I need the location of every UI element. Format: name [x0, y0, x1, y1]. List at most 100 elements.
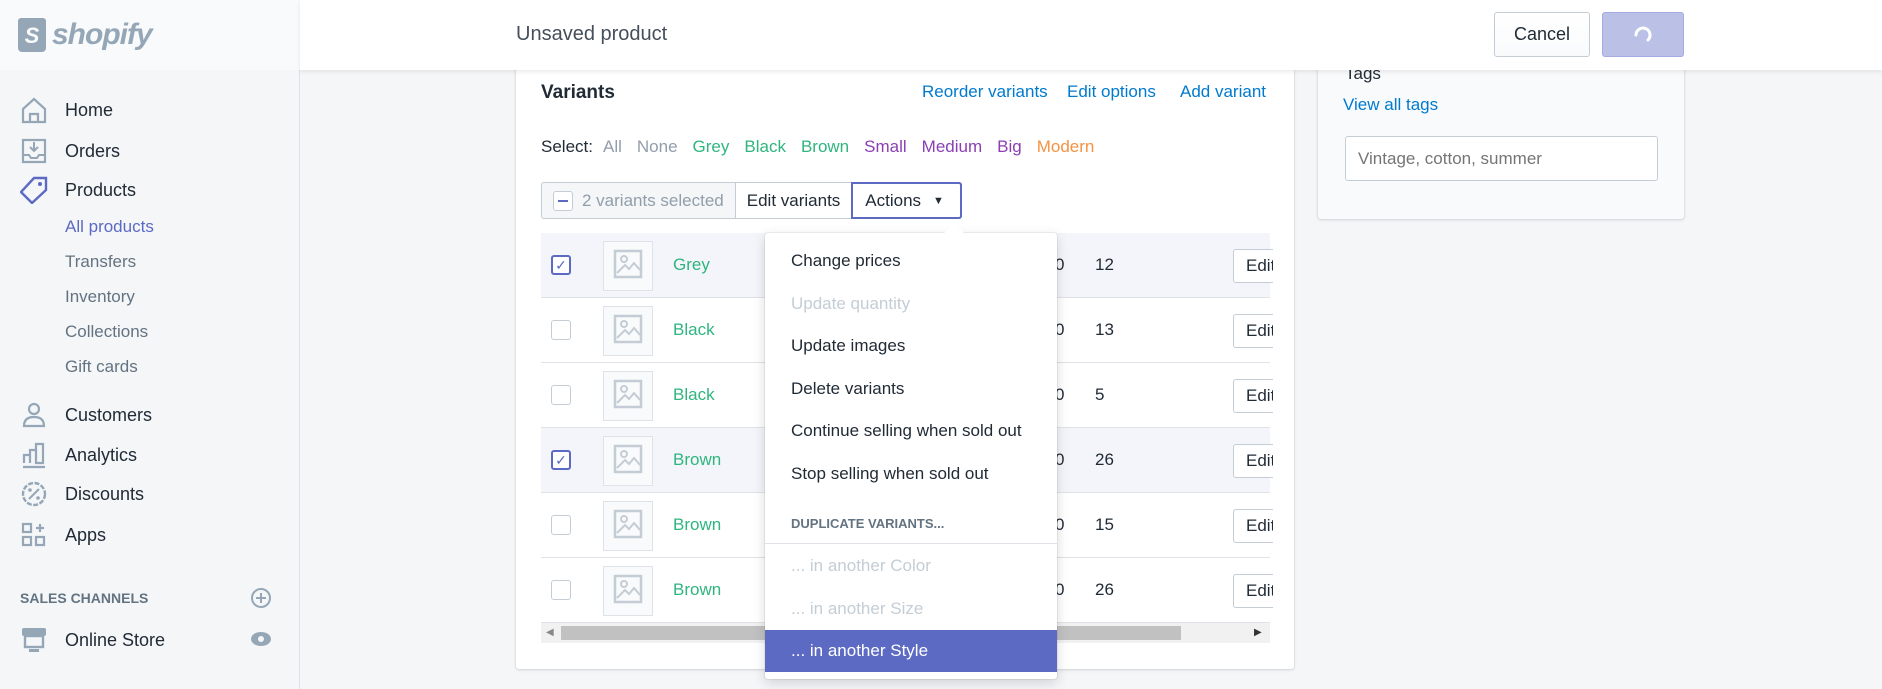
edit-variants-button[interactable]: Edit variants — [735, 183, 853, 218]
caret-down-icon: ▼ — [933, 194, 944, 207]
edit-variant-button[interactable]: Edit — [1233, 249, 1273, 283]
shopify-logo[interactable]: S shopify — [0, 0, 300, 70]
sidebar-item-analytics[interactable]: Analytics — [20, 441, 137, 469]
bulk-actions-bar: 2 variants selected Edit variants Action… — [541, 182, 962, 219]
scroll-left-arrow-icon[interactable]: ◀ — [546, 627, 554, 638]
variant-quantity: 5 — [1095, 385, 1105, 404]
variant-image-placeholder[interactable] — [603, 501, 653, 551]
edit-variant-button[interactable]: Edit — [1233, 509, 1273, 543]
apps-icon — [20, 521, 48, 549]
sidebar-item-orders[interactable]: Orders — [20, 137, 120, 165]
select-option-none[interactable]: None — [637, 137, 678, 157]
tags-input[interactable] — [1345, 136, 1658, 181]
variant-image-placeholder[interactable] — [603, 436, 653, 486]
menu-item-continue-selling[interactable]: Continue selling when sold out — [765, 410, 1057, 452]
variant-name[interactable]: Black — [673, 320, 715, 340]
sidebar-item-home[interactable]: Home — [20, 96, 113, 124]
sales-channels-heading: SALES CHANNELS — [20, 590, 149, 606]
minus-checkbox-icon — [553, 190, 573, 211]
row-checkbox[interactable] — [551, 320, 571, 340]
select-option-all[interactable]: All — [603, 137, 622, 157]
row-checkbox[interactable] — [551, 580, 571, 600]
image-icon — [613, 379, 643, 414]
variant-image-placeholder[interactable] — [603, 371, 653, 421]
sidebar-subitem-gift-cards[interactable]: Gift cards — [65, 357, 138, 377]
variant-name[interactable]: Brown — [673, 515, 721, 535]
sidebar-item-apps[interactable]: Apps — [20, 521, 106, 549]
save-button[interactable] — [1602, 12, 1684, 57]
row-checkbox[interactable]: ✓ — [551, 450, 571, 470]
sidebar-subitem-inventory[interactable]: Inventory — [65, 287, 135, 307]
image-icon — [613, 509, 643, 544]
menu-item-update-images[interactable]: Update images — [765, 325, 1057, 367]
person-icon — [20, 401, 48, 429]
variant-name[interactable]: Brown — [673, 580, 721, 600]
edit-variant-button[interactable]: Edit — [1233, 574, 1273, 608]
row-checkbox[interactable] — [551, 515, 571, 535]
variant-image-placeholder[interactable] — [603, 306, 653, 356]
row-checkbox[interactable]: ✓ — [551, 255, 571, 275]
nav-label: Customers — [65, 404, 153, 425]
edit-variant-button[interactable]: Edit — [1233, 444, 1273, 478]
variant-quantity: 12 — [1095, 255, 1114, 274]
select-option-small[interactable]: Small — [864, 137, 907, 157]
menu-item-stop-selling[interactable]: Stop selling when sold out — [765, 453, 1057, 495]
sidebar-subitem-collections[interactable]: Collections — [65, 322, 148, 342]
nav-label: Apps — [65, 524, 107, 545]
select-option-medium[interactable]: Medium — [922, 137, 982, 157]
sidebar-item-online-store[interactable]: Online Store — [20, 626, 165, 654]
edit-variant-button[interactable]: Edit — [1233, 314, 1273, 348]
variant-quantity: 26 — [1095, 450, 1114, 469]
select-option-black[interactable]: Black — [744, 137, 786, 157]
variant-name[interactable]: Brown — [673, 450, 721, 470]
select-filter-row: Select: All None Grey Black Brown Small Medium… — [541, 137, 1109, 157]
image-icon — [613, 314, 643, 349]
edit-variant-button[interactable]: Edit — [1233, 379, 1273, 413]
deselect-all-control[interactable]: 2 variants selected — [542, 183, 736, 218]
sidebar-subitem-transfers[interactable]: Transfers — [65, 252, 136, 272]
sidebar-subitem-all-products[interactable]: All products — [65, 217, 154, 237]
variants-title: Variants — [541, 82, 615, 103]
row-checkbox[interactable] — [551, 385, 571, 405]
menu-item-delete-variants[interactable]: Delete variants — [765, 368, 1057, 410]
variant-image-placeholder[interactable] — [603, 566, 653, 616]
select-option-modern[interactable]: Modern — [1037, 137, 1095, 157]
menu-item-update-quantity: Update quantity — [791, 294, 911, 313]
variant-name[interactable]: Black — [673, 385, 715, 405]
nav-label: Orders — [65, 140, 121, 161]
sidebar-item-discounts[interactable]: Discounts — [20, 480, 144, 508]
view-store-eye-icon[interactable] — [250, 631, 272, 652]
duplicate-variants-heading: DUPLICATE VARIANTS... — [791, 516, 945, 531]
menu-item-duplicate-size: ... in another Size — [791, 599, 924, 618]
menu-divider — [765, 543, 1057, 544]
actions-label: Actions — [865, 190, 922, 210]
loading-spinner-icon — [1634, 26, 1652, 41]
sidebar-item-products[interactable]: Products — [20, 176, 136, 204]
actions-button[interactable]: Actions ▼ — [851, 182, 962, 219]
variant-quantity: 26 — [1095, 580, 1114, 599]
cancel-button[interactable]: Cancel — [1494, 12, 1590, 57]
view-all-tags-link[interactable]: View all tags — [1343, 95, 1438, 115]
scroll-right-arrow-icon[interactable]: ▶ — [1254, 627, 1262, 638]
discount-icon — [20, 480, 48, 508]
nav-label: Home — [65, 99, 114, 120]
edit-options-link[interactable]: Edit options — [1067, 82, 1156, 102]
image-icon — [613, 444, 643, 479]
add-variant-link[interactable]: Add variant — [1180, 82, 1266, 102]
select-option-brown[interactable]: Brown — [801, 137, 849, 157]
nav-label: Analytics — [65, 444, 138, 465]
select-label: Select: — [541, 137, 593, 156]
add-sales-channel-icon[interactable] — [250, 587, 272, 614]
select-option-big[interactable]: Big — [997, 137, 1022, 157]
image-icon — [613, 574, 643, 609]
variant-image-placeholder[interactable] — [603, 241, 653, 291]
menu-item-duplicate-style[interactable]: ... in another Style — [765, 630, 1057, 672]
menu-item-duplicate-color: ... in another Color — [791, 556, 931, 575]
variant-name[interactable]: Grey — [673, 255, 710, 275]
menu-item-change-prices[interactable]: Change prices — [765, 240, 1057, 282]
reorder-variants-link[interactable]: Reorder variants — [922, 82, 1048, 102]
actions-dropdown-menu: Change prices Update quantity Update ima… — [765, 223, 1057, 679]
sidebar-item-customers[interactable]: Customers — [20, 401, 152, 429]
select-option-grey[interactable]: Grey — [693, 137, 730, 157]
orders-icon — [20, 137, 48, 165]
